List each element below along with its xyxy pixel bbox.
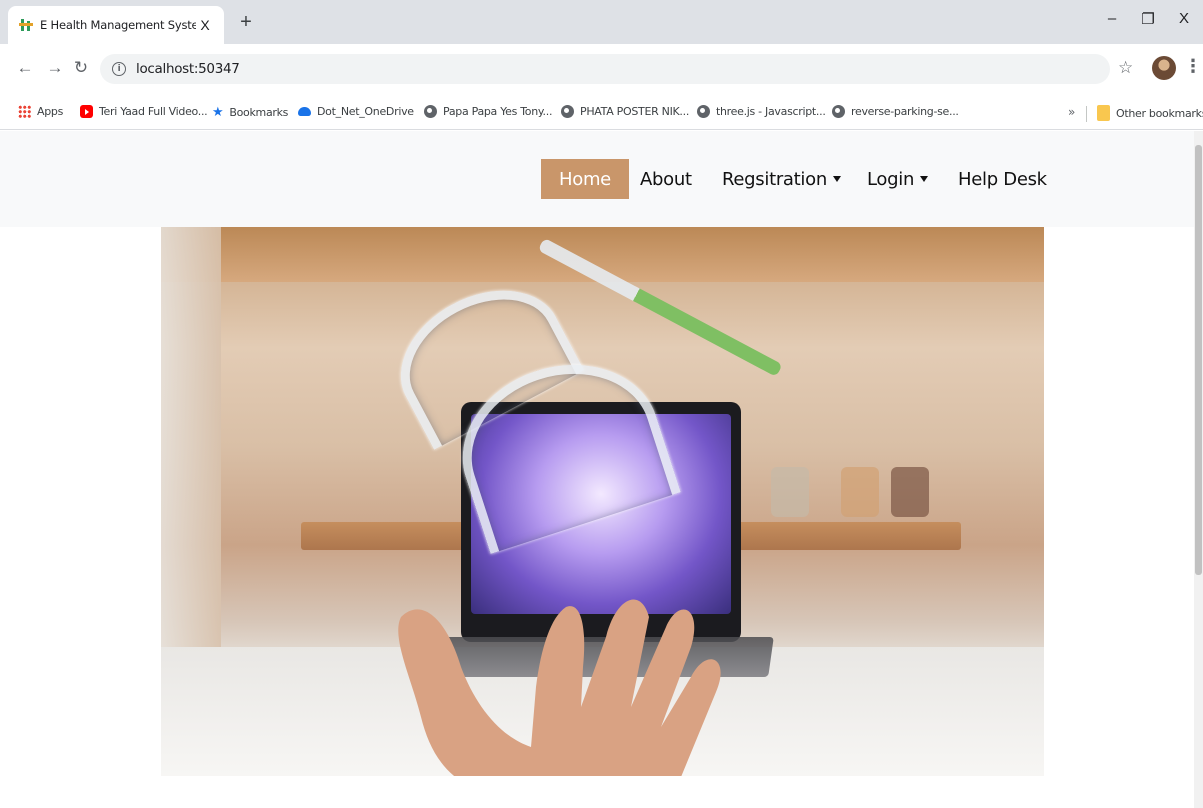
onedrive-icon (298, 107, 311, 116)
globe-icon (697, 105, 710, 118)
bookmark-bookmarks[interactable]: ★ Bookmarks (212, 105, 288, 120)
hand-image (398, 599, 721, 776)
bookmark-reverse-parking[interactable]: reverse-parking-se... (832, 105, 959, 118)
bookmark-threejs[interactable]: three.js - Javascript... (697, 105, 826, 118)
close-window-button[interactable]: X (1172, 10, 1196, 27)
site-navbar: Home About Regsitration Login Help Desk (0, 131, 1194, 227)
folder-icon (1097, 105, 1110, 121)
bookmarks-divider (1086, 106, 1087, 122)
reload-icon[interactable]: ↻ (70, 58, 92, 78)
nav-registration-dropdown[interactable]: Regsitration (722, 159, 841, 199)
info-icon[interactable]: i (112, 62, 126, 76)
browser-toolbar: ← → ↻ i localhost:50347 ☆ ⋮ (0, 44, 1203, 96)
apps-grid-icon (18, 105, 31, 118)
bookmark-apps[interactable]: Apps (18, 105, 63, 118)
nav-help-desk[interactable]: Help Desk (958, 159, 1047, 199)
nav-registration-label: Regsitration (722, 168, 827, 190)
globe-icon (561, 105, 574, 118)
caret-down-icon (920, 176, 929, 182)
globe-icon (832, 105, 845, 118)
menu-dots-icon[interactable]: ⋮ (1184, 56, 1202, 77)
scrollbar[interactable] (1194, 131, 1203, 808)
bookmark-star-icon[interactable]: ☆ (1118, 58, 1133, 78)
youtube-icon (80, 105, 93, 118)
tab-close-icon[interactable]: X (196, 17, 214, 33)
more-bookmarks-icon[interactable]: » (1068, 105, 1075, 119)
new-tab-button[interactable]: + (236, 12, 256, 36)
tab-strip: E Health Management System X + – ❐ X (0, 0, 1203, 44)
hero-image (161, 227, 1044, 776)
bookmark-dot-net-onedrive[interactable]: Dot_Net_OneDrive (298, 105, 414, 118)
globe-icon (424, 105, 437, 118)
bookmark-phata-poster[interactable]: PHATA POSTER NIK... (561, 105, 689, 118)
nav-about[interactable]: About (640, 159, 692, 199)
bookmark-papa-papa[interactable]: Papa Papa Yes Tony... (424, 105, 552, 118)
address-bar[interactable]: i localhost:50347 (100, 54, 1110, 84)
bookmarks-bar: Apps Teri Yaad Full Video... ★ Bookmarks… (0, 96, 1203, 130)
tab-title: E Health Management System (40, 18, 196, 32)
minimize-button[interactable]: – (1100, 10, 1124, 27)
other-bookmarks[interactable]: Other bookmarks (1097, 105, 1203, 121)
star-icon: ★ (212, 105, 224, 120)
caret-down-icon (832, 176, 841, 182)
browser-tab[interactable]: E Health Management System X (8, 6, 224, 44)
nav-home[interactable]: Home (541, 159, 629, 199)
bookmark-teri-yaad[interactable]: Teri Yaad Full Video... (80, 105, 208, 118)
scrollbar-thumb[interactable] (1195, 145, 1202, 575)
health-logo-icon (18, 17, 34, 33)
page-viewport: Home About Regsitration Login Help Desk (0, 131, 1203, 808)
forward-arrow-icon[interactable]: → (44, 58, 66, 78)
nav-login-dropdown[interactable]: Login (867, 159, 929, 199)
address-text: localhost:50347 (136, 61, 240, 77)
back-arrow-icon[interactable]: ← (14, 58, 36, 78)
restore-button[interactable]: ❐ (1136, 10, 1160, 28)
nav-login-label: Login (867, 168, 915, 190)
profile-avatar[interactable] (1152, 56, 1176, 80)
